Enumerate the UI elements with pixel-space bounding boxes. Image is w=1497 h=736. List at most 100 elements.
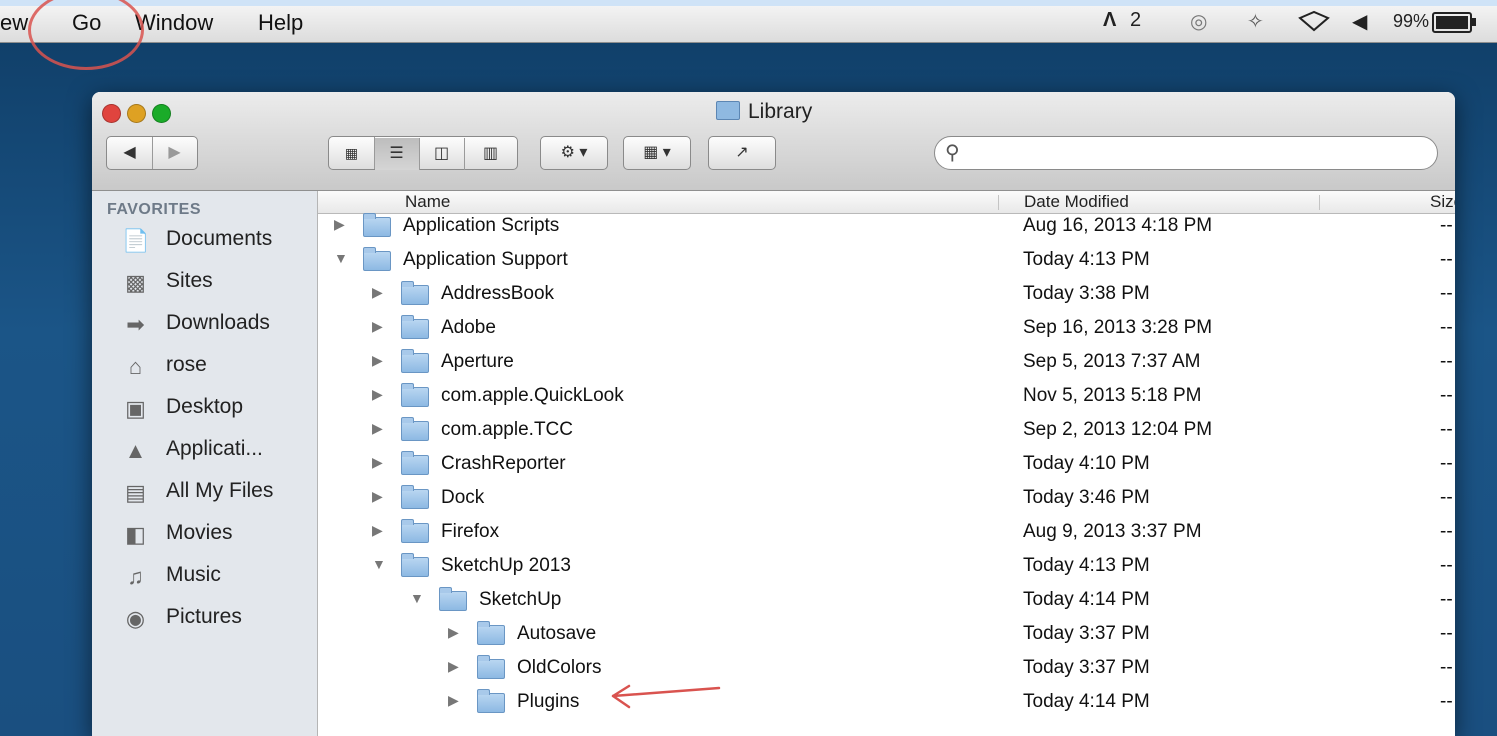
back-button[interactable]: ◀: [108, 137, 153, 169]
sidebar-item-sites[interactable]: ▩ Sites: [122, 265, 312, 301]
disclosure-collapsed-icon[interactable]: ▶: [372, 420, 383, 437]
row-date: Today 3:37 PM: [1023, 657, 1150, 678]
disclosure-collapsed-icon[interactable]: ▶: [448, 692, 459, 709]
disclosure-expanded-icon[interactable]: ▼: [334, 250, 348, 266]
sidebar-item-documents[interactable]: 📄 Documents: [122, 223, 312, 259]
documents-icon: 📄: [122, 228, 150, 253]
row-name: Aperture: [441, 351, 514, 372]
table-row[interactable]: ▶ com.apple.QuickLook Nov 5, 2013 5:18 PM -…: [318, 379, 1455, 413]
adobe-icon[interactable]: Λ: [1103, 9, 1116, 32]
row-size: --: [1440, 657, 1453, 678]
table-row[interactable]: ▶ CrashReporter Today 4:10 PM --: [318, 447, 1455, 481]
table-row[interactable]: ▶ Adobe Sep 16, 2013 3:28 PM --: [318, 311, 1455, 345]
file-list: Name Date Modified Size ▶Application Scr…: [318, 191, 1455, 736]
disclosure-collapsed-icon[interactable]: ▶: [334, 216, 345, 233]
folder-icon: [477, 689, 505, 713]
table-row[interactable]: ▶ Autosave Today 3:37 PM --: [318, 617, 1455, 651]
table-row[interactable]: ▶ AddressBook Today 3:38 PM --: [318, 277, 1455, 311]
table-row[interactable]: ▶ Firefox Aug 9, 2013 3:37 PM --: [318, 515, 1455, 549]
sidebar-item-downloads[interactable]: ➡ Downloads: [122, 307, 312, 343]
menu-view[interactable]: ew: [0, 10, 28, 36]
volume-icon[interactable]: ◀: [1352, 9, 1367, 34]
column-view-icon[interactable]: ◫: [420, 138, 465, 170]
forward-button[interactable]: ▶: [153, 137, 197, 169]
sidebar-item-applications[interactable]: ▲ Applicati...: [122, 433, 312, 469]
close-button[interactable]: [102, 104, 121, 123]
sync-icon[interactable]: ◎: [1190, 9, 1207, 34]
list-view-icon[interactable]: ☰: [374, 138, 420, 170]
row-date: Today 3:37 PM: [1023, 623, 1150, 644]
row-size: --: [1440, 351, 1453, 372]
disclosure-collapsed-icon[interactable]: ▶: [372, 386, 383, 403]
table-row[interactable]: ▼ Application Support Today 4:13 PM --: [318, 243, 1455, 277]
disclosure-collapsed-icon[interactable]: ▶: [372, 454, 383, 471]
action-gear-button[interactable]: ⚙ ▾: [540, 136, 608, 170]
sidebar-item-rose[interactable]: ⌂ rose: [122, 349, 312, 385]
disclosure-expanded-icon[interactable]: ▼: [410, 590, 424, 606]
row-size: --: [1440, 487, 1453, 508]
menu-window[interactable]: Window: [135, 10, 213, 36]
column-separator: [1319, 195, 1320, 210]
minimize-button[interactable]: [127, 104, 146, 123]
row-size: --: [1440, 453, 1453, 474]
table-row[interactable]: ▶ Plugins Today 4:14 PM --: [318, 685, 1455, 719]
search-field[interactable]: ⚲: [934, 136, 1438, 170]
row-name: SketchUp 2013: [441, 555, 571, 576]
folder-icon: [401, 451, 429, 475]
table-row[interactable]: ▶ com.apple.TCC Sep 2, 2013 12:04 PM --: [318, 413, 1455, 447]
disclosure-collapsed-icon[interactable]: ▶: [372, 488, 383, 505]
folder-icon: [363, 213, 391, 237]
row-size: --: [1440, 317, 1453, 338]
sidebar-item-pictures[interactable]: ◉ Pictures: [122, 601, 312, 637]
folder-icon: [401, 485, 429, 509]
row-date: Today 3:46 PM: [1023, 487, 1150, 508]
bluetooth-icon[interactable]: ✧: [1247, 9, 1264, 34]
row-name: Firefox: [441, 521, 500, 542]
sidebar-heading-favorites: FAVORITES: [107, 201, 201, 218]
row-size: --: [1440, 589, 1453, 610]
table-row[interactable]: ▼ SketchUp 2013 Today 4:13 PM --: [318, 549, 1455, 583]
sidebar: FAVORITES 📄 Documents ▩ Sites ➡ Downloads ⌂…: [92, 191, 318, 736]
arrange-button[interactable]: ▦ ▾: [623, 136, 691, 170]
coverflow-view-icon[interactable]: ▥: [465, 138, 517, 170]
disclosure-collapsed-icon[interactable]: ▶: [448, 658, 459, 675]
finder-window: Library ◀ ▶ ▦ ☰ ◫ ▥ ⚙ ▾ ▦ ▾ ↗ ⚲ FAVORITES 📄 D…: [92, 92, 1455, 736]
row-name: Application Support: [403, 249, 568, 270]
disclosure-collapsed-icon[interactable]: ▶: [372, 522, 383, 539]
table-row[interactable]: ▶ Application Scripts Aug 16, 2013 4:18 PM…: [318, 209, 1455, 243]
battery-icon[interactable]: [1432, 12, 1476, 33]
zoom-button[interactable]: [152, 104, 171, 123]
table-row[interactable]: ▶ Dock Today 3:46 PM --: [318, 481, 1455, 515]
table-row[interactable]: ▶ OldColors Today 3:37 PM --: [318, 651, 1455, 685]
folder-icon: ▩: [125, 270, 146, 295]
row-date: Nov 5, 2013 5:18 PM: [1023, 385, 1202, 406]
disclosure-collapsed-icon[interactable]: ▶: [448, 624, 459, 641]
menu-help[interactable]: Help: [258, 10, 303, 36]
row-date: Aug 16, 2013 4:18 PM: [1023, 215, 1213, 236]
row-date: Today 4:10 PM: [1023, 453, 1150, 474]
row-name: AddressBook: [441, 283, 555, 304]
row-date: Sep 16, 2013 3:28 PM: [1023, 317, 1213, 338]
share-button[interactable]: ↗: [708, 136, 776, 170]
table-row[interactable]: ▼ SketchUp Today 4:14 PM --: [318, 583, 1455, 617]
sidebar-item-desktop[interactable]: ▣ Desktop: [122, 391, 312, 427]
annotation-arrow: [611, 684, 721, 709]
disclosure-expanded-icon[interactable]: ▼: [372, 556, 386, 572]
icon-view-icon[interactable]: ▦: [330, 137, 375, 169]
row-date: Today 4:14 PM: [1023, 589, 1150, 610]
disclosure-collapsed-icon[interactable]: ▶: [372, 284, 383, 301]
sidebar-item-all-my-files[interactable]: ▤ All My Files: [122, 475, 312, 511]
folder-icon: [401, 553, 429, 577]
disclosure-collapsed-icon[interactable]: ▶: [372, 352, 383, 369]
row-name: com.apple.QuickLook: [441, 385, 624, 406]
table-row[interactable]: ▶ Aperture Sep 5, 2013 7:37 AM --: [318, 345, 1455, 379]
adobe-count: 2: [1130, 9, 1142, 31]
wifi-icon[interactable]: [1298, 10, 1330, 32]
sidebar-item-music[interactable]: ♫ Music: [122, 559, 312, 595]
sidebar-item-movies[interactable]: ◧ Movies: [122, 517, 312, 553]
movies-icon: ◧: [125, 522, 146, 547]
disclosure-collapsed-icon[interactable]: ▶: [372, 318, 383, 335]
row-date: Today 4:14 PM: [1023, 691, 1150, 712]
folder-icon: [401, 315, 429, 339]
pictures-icon: ◉: [125, 606, 146, 631]
